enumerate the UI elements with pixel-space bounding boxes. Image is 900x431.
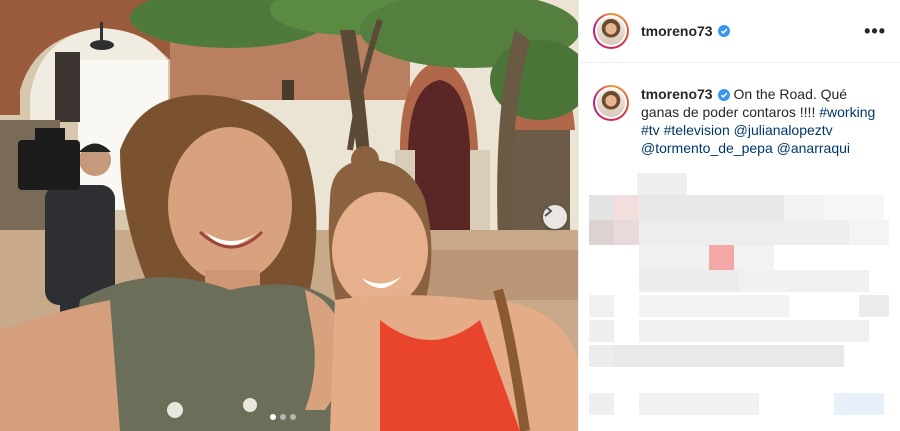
- chevron-right-icon: [544, 205, 553, 217]
- post-header: tmoreno73 •••: [579, 0, 900, 63]
- pixelation-overlay: [589, 173, 889, 415]
- more-options-icon[interactable]: •••: [864, 22, 886, 40]
- verified-badge-icon: [717, 25, 730, 37]
- mention-link[interactable]: @julianalopeztv: [734, 122, 833, 138]
- photo-illustration: [0, 0, 578, 431]
- post-username[interactable]: tmoreno73: [641, 23, 713, 39]
- next-slide-button[interactable]: [543, 205, 567, 229]
- carousel-indicator: [270, 414, 296, 420]
- caption-username[interactable]: tmoreno73: [641, 86, 713, 102]
- hashtag-link[interactable]: #working: [819, 104, 875, 120]
- mention-link[interactable]: @anarraqui: [777, 140, 850, 156]
- avatar[interactable]: [593, 13, 629, 49]
- post-photo[interactable]: [0, 0, 578, 431]
- caption-text: tmoreno73 On the Road. Qué ganas de pode…: [641, 85, 886, 157]
- post-caption: tmoreno73 On the Road. Qué ganas de pode…: [579, 63, 900, 157]
- caption-avatar[interactable]: [593, 85, 629, 121]
- mention-link[interactable]: @tormento_de_pepa: [641, 140, 773, 156]
- carousel-dot: [280, 414, 286, 420]
- caption-line: ganas de poder contaros !!!!: [641, 104, 816, 120]
- carousel-dot: [270, 414, 276, 420]
- caption-line: On the Road. Qué: [733, 86, 848, 102]
- blurred-comments: [579, 165, 900, 431]
- hashtag-link[interactable]: #television: [664, 122, 730, 138]
- verified-badge-icon: [717, 89, 730, 102]
- post-sidebar: tmoreno73 ••• tmoreno73 On the Road. Qué…: [578, 0, 900, 431]
- carousel-dot: [290, 414, 296, 420]
- hashtag-link[interactable]: #tv: [641, 122, 660, 138]
